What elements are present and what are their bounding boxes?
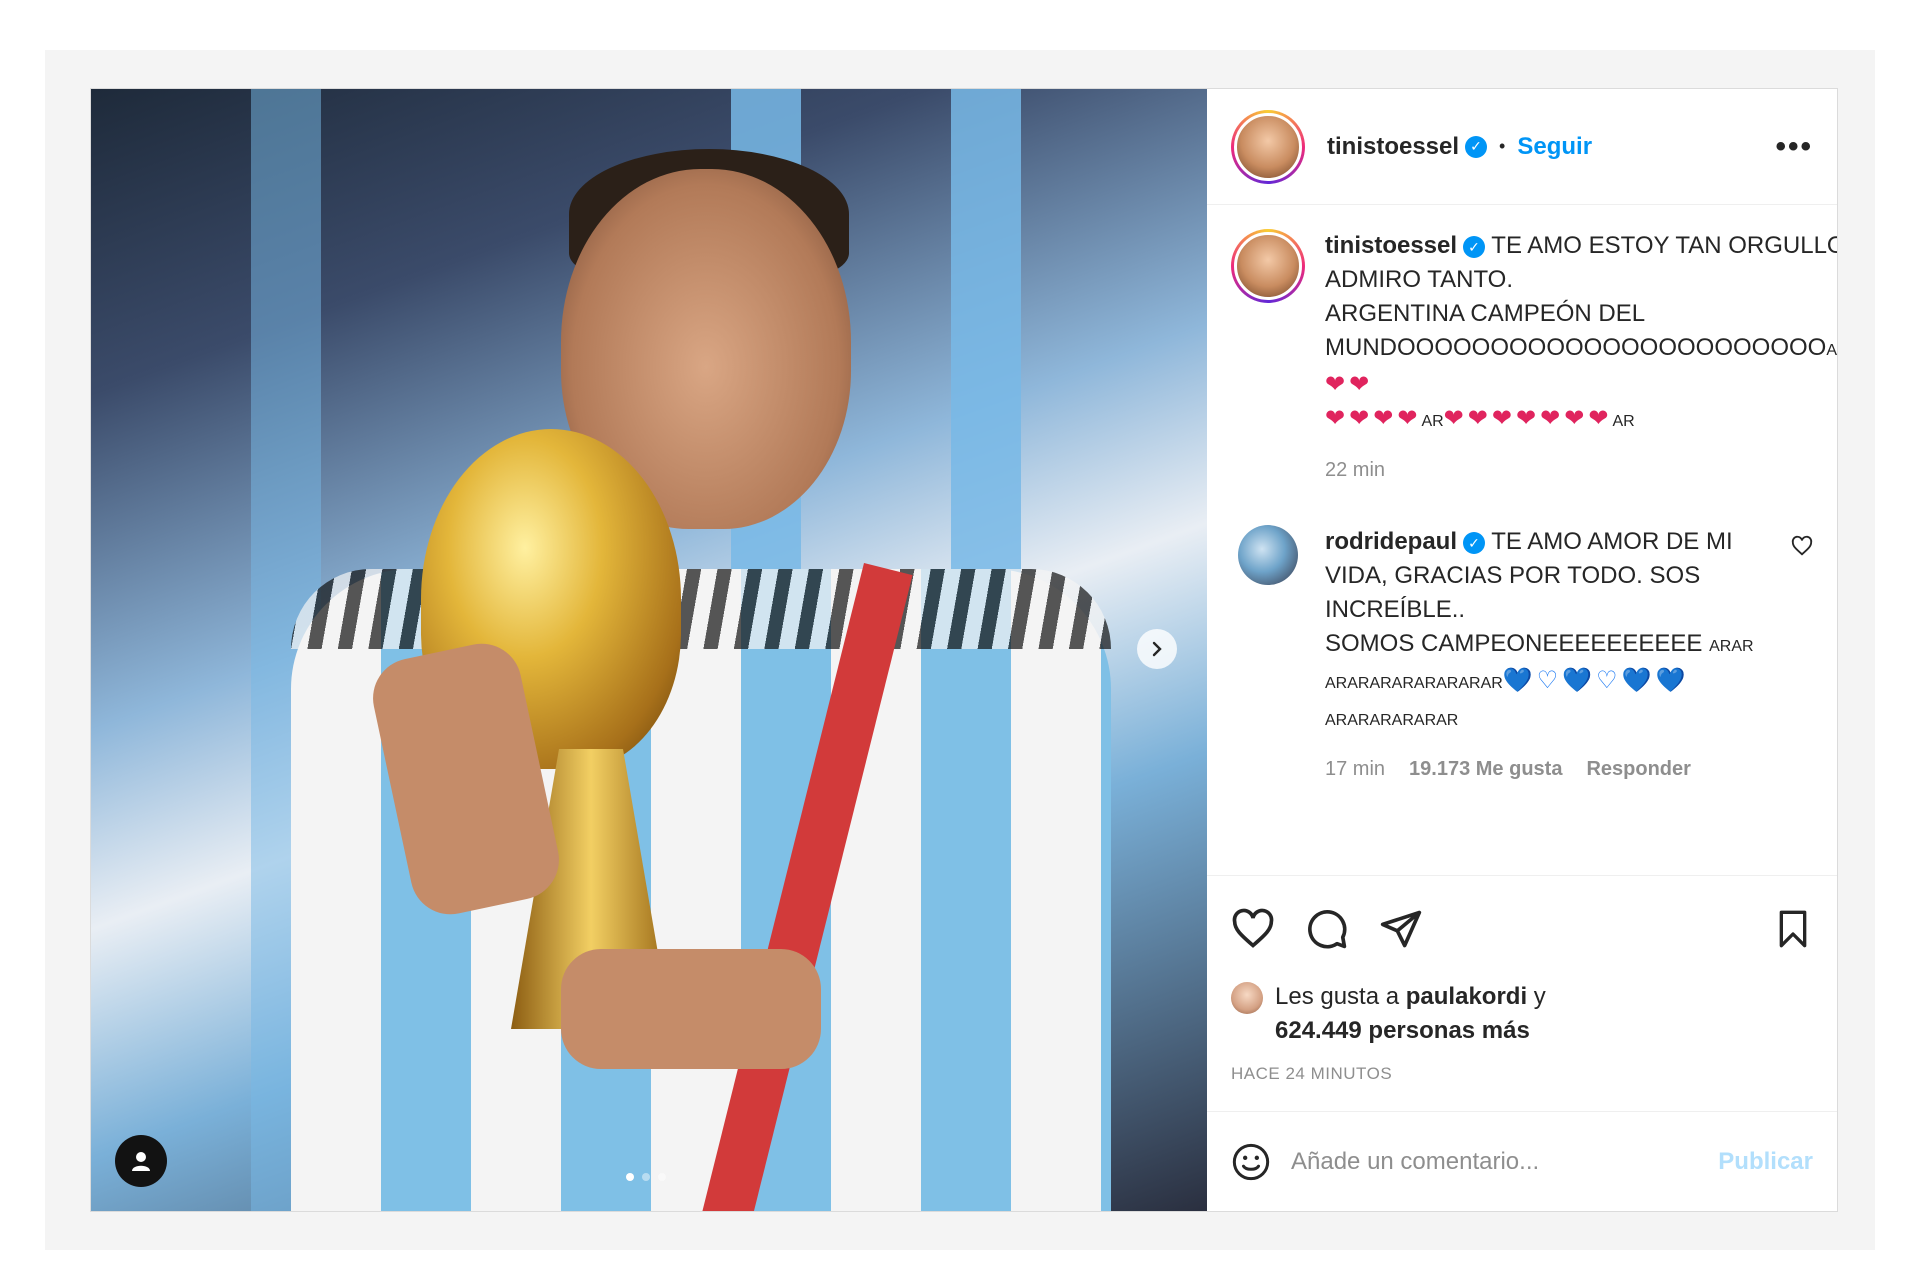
caption-flags: ARARARARARARAR□□□□□□ — [1826, 342, 1837, 359]
comment-icon[interactable] — [1305, 907, 1349, 951]
likes-joiner: y — [1533, 983, 1546, 1010]
likes-prefix: Les gusta a — [1275, 983, 1400, 1010]
comment-text: SOMOS CAMPEONEEEEEEEEEE — [1325, 630, 1703, 657]
caption: tinistoessel✓ TE AMO ESTOY TAN ORGULLOSA… — [1231, 229, 1837, 487]
caption-hearts: ❤❤❤❤ — [1325, 405, 1422, 432]
verified-badge-icon: ✓ — [1463, 531, 1486, 554]
caption-hearts: ❤❤ — [1325, 371, 1374, 398]
verified-badge-icon: ✓ — [1465, 135, 1488, 158]
emoji-icon[interactable] — [1231, 1142, 1271, 1182]
publish-button[interactable]: Publicar — [1718, 1148, 1813, 1176]
caption-flag: AR — [1612, 413, 1635, 430]
likes-count[interactable]: 624.449 personas más — [1275, 1017, 1530, 1044]
follow-button[interactable]: Seguir — [1517, 133, 1592, 161]
reply-button[interactable]: Responder — [1586, 752, 1690, 786]
comment: rodridepaul ✓ TE AMO AMOR DE MI VIDA, GRA… — [1231, 525, 1813, 786]
user-icon — [132, 1152, 150, 1171]
carousel-dot — [642, 1173, 650, 1181]
hand-shape — [561, 949, 821, 1069]
verified-badge-icon: ✓ — [1463, 235, 1486, 258]
comment-input[interactable] — [1291, 1147, 1699, 1176]
comment-likes[interactable]: 19.173 Me gusta — [1409, 752, 1562, 786]
instagram-post: tinistoessel ✓ • Seguir ••• tinistoessel… — [90, 88, 1838, 1212]
comment-flags: ARARARARARARARAR — [1325, 675, 1503, 692]
caption-hearts: ❤❤❤❤❤❤❤ — [1443, 405, 1613, 432]
caption-time: 22 min — [1325, 459, 1386, 481]
commenter-username[interactable]: rodridepaul — [1325, 528, 1457, 555]
comment-flags: ARAR — [1709, 638, 1754, 655]
tagged-users-button[interactable] — [115, 1135, 167, 1187]
carousel-next-button[interactable] — [1137, 629, 1177, 669]
caption-flag: AR — [1421, 413, 1444, 430]
comments-section: tinistoessel✓ TE AMO ESTOY TAN ORGULLOSA… — [1207, 205, 1837, 875]
comment-time: 17 min — [1325, 758, 1386, 780]
caption-text: ARGENTINA CAMPEÓN DEL MUNDOOOOOOOOOOOOOO… — [1325, 300, 1827, 361]
commenter-avatar[interactable] — [1238, 525, 1298, 585]
likes-summary: Les gusta a paulakordi y 624.449 persona… — [1231, 980, 1813, 1048]
liker-avatar[interactable] — [1231, 982, 1263, 1014]
post-actions: Les gusta a paulakordi y 624.449 persona… — [1207, 875, 1837, 1111]
comment-hearts: 💙♡💙♡💙💙 — [1502, 667, 1690, 694]
share-icon[interactable] — [1379, 907, 1423, 951]
comment-flags: ARARARARARAR — [1325, 712, 1459, 729]
chevron-right-icon — [1152, 641, 1162, 657]
caption-author-username[interactable]: tinistoessel — [1325, 232, 1457, 259]
jersey-stripes-shape — [291, 569, 1111, 649]
more-options-button[interactable]: ••• — [1775, 130, 1813, 164]
post-header: tinistoessel ✓ • Seguir ••• — [1207, 89, 1837, 205]
post-image[interactable] — [91, 89, 1207, 1211]
bookmark-icon[interactable] — [1773, 907, 1813, 951]
author-avatar[interactable] — [1231, 109, 1305, 184]
comment-composer: Publicar — [1207, 1111, 1837, 1211]
heart-icon[interactable] — [1231, 907, 1275, 951]
post-side-panel: tinistoessel ✓ • Seguir ••• tinistoessel… — [1207, 89, 1837, 1211]
caption-author-avatar[interactable] — [1231, 229, 1305, 303]
liker-username[interactable]: paulakordi — [1406, 983, 1527, 1010]
author-username[interactable]: tinistoessel — [1327, 133, 1459, 161]
carousel-dot — [658, 1173, 666, 1181]
comment-like-heart-icon[interactable] — [1791, 535, 1813, 557]
post-timestamp[interactable]: HACE 24 MINUTOS — [1231, 1064, 1813, 1084]
carousel-indicator — [626, 1173, 666, 1181]
separator: • — [1499, 136, 1506, 156]
carousel-dot — [626, 1173, 634, 1181]
